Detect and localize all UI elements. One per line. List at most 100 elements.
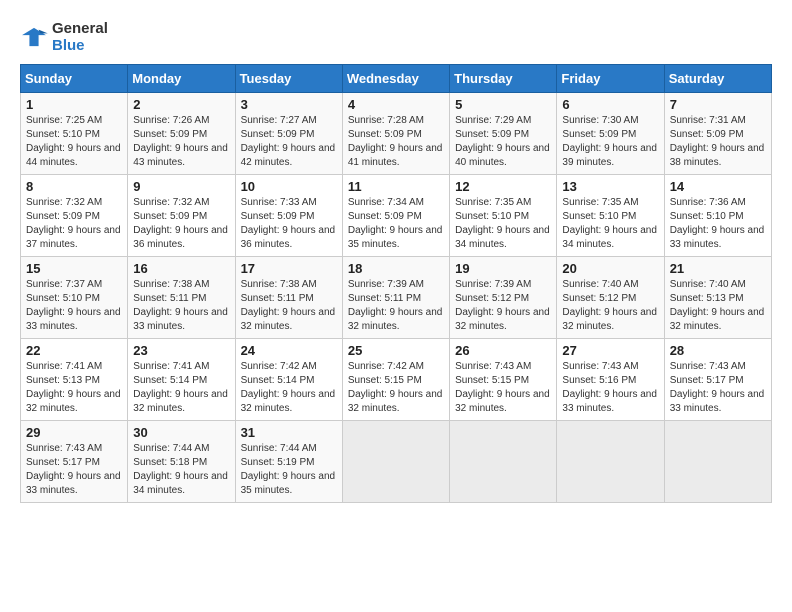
calendar-day: 31 Sunrise: 7:44 AM Sunset: 5:19 PM Dayl… — [235, 421, 342, 503]
day-number: 8 — [26, 179, 122, 194]
day-number: 11 — [348, 179, 444, 194]
day-number: 29 — [26, 425, 122, 440]
day-number: 30 — [133, 425, 229, 440]
calendar-day: 26 Sunrise: 7:43 AM Sunset: 5:15 PM Dayl… — [450, 339, 557, 421]
calendar-day: 30 Sunrise: 7:44 AM Sunset: 5:18 PM Dayl… — [128, 421, 235, 503]
calendar-week-5: 29 Sunrise: 7:43 AM Sunset: 5:17 PM Dayl… — [21, 421, 772, 503]
calendar-day: 18 Sunrise: 7:39 AM Sunset: 5:11 PM Dayl… — [342, 257, 449, 339]
day-info: Sunrise: 7:43 AM Sunset: 5:17 PM Dayligh… — [670, 360, 766, 416]
day-header-monday: Monday — [128, 65, 235, 93]
day-header-thursday: Thursday — [450, 65, 557, 93]
day-number: 13 — [562, 179, 658, 194]
day-info: Sunrise: 7:32 AM Sunset: 5:09 PM Dayligh… — [133, 196, 229, 252]
calendar-day: 4 Sunrise: 7:28 AM Sunset: 5:09 PM Dayli… — [342, 93, 449, 175]
calendar-day: 8 Sunrise: 7:32 AM Sunset: 5:09 PM Dayli… — [21, 175, 128, 257]
day-number: 7 — [670, 97, 766, 112]
calendar-day: 17 Sunrise: 7:38 AM Sunset: 5:11 PM Dayl… — [235, 257, 342, 339]
day-number: 12 — [455, 179, 551, 194]
day-info: Sunrise: 7:25 AM Sunset: 5:10 PM Dayligh… — [26, 114, 122, 170]
calendar-day: 28 Sunrise: 7:43 AM Sunset: 5:17 PM Dayl… — [664, 339, 771, 421]
day-info: Sunrise: 7:39 AM Sunset: 5:11 PM Dayligh… — [348, 278, 444, 334]
calendar-day — [664, 421, 771, 503]
calendar-day — [342, 421, 449, 503]
day-number: 19 — [455, 261, 551, 276]
calendar-day: 10 Sunrise: 7:33 AM Sunset: 5:09 PM Dayl… — [235, 175, 342, 257]
day-number: 31 — [241, 425, 337, 440]
day-info: Sunrise: 7:44 AM Sunset: 5:19 PM Dayligh… — [241, 442, 337, 498]
day-header-sunday: Sunday — [21, 65, 128, 93]
day-info: Sunrise: 7:39 AM Sunset: 5:12 PM Dayligh… — [455, 278, 551, 334]
day-info: Sunrise: 7:27 AM Sunset: 5:09 PM Dayligh… — [241, 114, 337, 170]
calendar-day: 12 Sunrise: 7:35 AM Sunset: 5:10 PM Dayl… — [450, 175, 557, 257]
day-header-tuesday: Tuesday — [235, 65, 342, 93]
calendar-day: 24 Sunrise: 7:42 AM Sunset: 5:14 PM Dayl… — [235, 339, 342, 421]
day-info: Sunrise: 7:32 AM Sunset: 5:09 PM Dayligh… — [26, 196, 122, 252]
day-info: Sunrise: 7:30 AM Sunset: 5:09 PM Dayligh… — [562, 114, 658, 170]
day-number: 14 — [670, 179, 766, 194]
day-info: Sunrise: 7:28 AM Sunset: 5:09 PM Dayligh… — [348, 114, 444, 170]
day-info: Sunrise: 7:31 AM Sunset: 5:09 PM Dayligh… — [670, 114, 766, 170]
day-number: 17 — [241, 261, 337, 276]
calendar-day: 27 Sunrise: 7:43 AM Sunset: 5:16 PM Dayl… — [557, 339, 664, 421]
day-info: Sunrise: 7:40 AM Sunset: 5:13 PM Dayligh… — [670, 278, 766, 334]
calendar-day: 2 Sunrise: 7:26 AM Sunset: 5:09 PM Dayli… — [128, 93, 235, 175]
calendar-day — [557, 421, 664, 503]
day-number: 10 — [241, 179, 337, 194]
day-info: Sunrise: 7:35 AM Sunset: 5:10 PM Dayligh… — [562, 196, 658, 252]
day-info: Sunrise: 7:42 AM Sunset: 5:15 PM Dayligh… — [348, 360, 444, 416]
day-info: Sunrise: 7:44 AM Sunset: 5:18 PM Dayligh… — [133, 442, 229, 498]
calendar-day: 20 Sunrise: 7:40 AM Sunset: 5:12 PM Dayl… — [557, 257, 664, 339]
calendar-week-2: 8 Sunrise: 7:32 AM Sunset: 5:09 PM Dayli… — [21, 175, 772, 257]
logo: General Blue — [20, 20, 108, 54]
day-number: 3 — [241, 97, 337, 112]
day-header-wednesday: Wednesday — [342, 65, 449, 93]
day-info: Sunrise: 7:43 AM Sunset: 5:17 PM Dayligh… — [26, 442, 122, 498]
day-number: 27 — [562, 343, 658, 358]
calendar-day: 16 Sunrise: 7:38 AM Sunset: 5:11 PM Dayl… — [128, 257, 235, 339]
day-number: 21 — [670, 261, 766, 276]
day-info: Sunrise: 7:40 AM Sunset: 5:12 PM Dayligh… — [562, 278, 658, 334]
calendar-day: 15 Sunrise: 7:37 AM Sunset: 5:10 PM Dayl… — [21, 257, 128, 339]
calendar-day: 3 Sunrise: 7:27 AM Sunset: 5:09 PM Dayli… — [235, 93, 342, 175]
calendar-day: 1 Sunrise: 7:25 AM Sunset: 5:10 PM Dayli… — [21, 93, 128, 175]
calendar-day: 19 Sunrise: 7:39 AM Sunset: 5:12 PM Dayl… — [450, 257, 557, 339]
day-info: Sunrise: 7:35 AM Sunset: 5:10 PM Dayligh… — [455, 196, 551, 252]
calendar-day: 6 Sunrise: 7:30 AM Sunset: 5:09 PM Dayli… — [557, 93, 664, 175]
day-info: Sunrise: 7:43 AM Sunset: 5:16 PM Dayligh… — [562, 360, 658, 416]
day-info: Sunrise: 7:26 AM Sunset: 5:09 PM Dayligh… — [133, 114, 229, 170]
day-info: Sunrise: 7:38 AM Sunset: 5:11 PM Dayligh… — [241, 278, 337, 334]
day-number: 26 — [455, 343, 551, 358]
day-number: 15 — [26, 261, 122, 276]
day-number: 9 — [133, 179, 229, 194]
header: General Blue — [20, 20, 772, 54]
calendar-week-4: 22 Sunrise: 7:41 AM Sunset: 5:13 PM Dayl… — [21, 339, 772, 421]
calendar-day: 13 Sunrise: 7:35 AM Sunset: 5:10 PM Dayl… — [557, 175, 664, 257]
calendar-day: 29 Sunrise: 7:43 AM Sunset: 5:17 PM Dayl… — [21, 421, 128, 503]
day-info: Sunrise: 7:38 AM Sunset: 5:11 PM Dayligh… — [133, 278, 229, 334]
calendar-day: 5 Sunrise: 7:29 AM Sunset: 5:09 PM Dayli… — [450, 93, 557, 175]
calendar-day: 25 Sunrise: 7:42 AM Sunset: 5:15 PM Dayl… — [342, 339, 449, 421]
day-number: 22 — [26, 343, 122, 358]
calendar-day: 21 Sunrise: 7:40 AM Sunset: 5:13 PM Dayl… — [664, 257, 771, 339]
day-number: 4 — [348, 97, 444, 112]
day-info: Sunrise: 7:43 AM Sunset: 5:15 PM Dayligh… — [455, 360, 551, 416]
day-info: Sunrise: 7:36 AM Sunset: 5:10 PM Dayligh… — [670, 196, 766, 252]
day-header-friday: Friday — [557, 65, 664, 93]
day-info: Sunrise: 7:37 AM Sunset: 5:10 PM Dayligh… — [26, 278, 122, 334]
day-number: 18 — [348, 261, 444, 276]
calendar-header-row: SundayMondayTuesdayWednesdayThursdayFrid… — [21, 65, 772, 93]
day-number: 16 — [133, 261, 229, 276]
day-info: Sunrise: 7:41 AM Sunset: 5:14 PM Dayligh… — [133, 360, 229, 416]
calendar-day: 14 Sunrise: 7:36 AM Sunset: 5:10 PM Dayl… — [664, 175, 771, 257]
calendar-day: 23 Sunrise: 7:41 AM Sunset: 5:14 PM Dayl… — [128, 339, 235, 421]
calendar-day — [450, 421, 557, 503]
day-info: Sunrise: 7:33 AM Sunset: 5:09 PM Dayligh… — [241, 196, 337, 252]
day-number: 25 — [348, 343, 444, 358]
day-number: 1 — [26, 97, 122, 112]
day-number: 28 — [670, 343, 766, 358]
calendar-week-1: 1 Sunrise: 7:25 AM Sunset: 5:10 PM Dayli… — [21, 93, 772, 175]
calendar-day: 11 Sunrise: 7:34 AM Sunset: 5:09 PM Dayl… — [342, 175, 449, 257]
day-header-saturday: Saturday — [664, 65, 771, 93]
day-number: 2 — [133, 97, 229, 112]
calendar-day: 7 Sunrise: 7:31 AM Sunset: 5:09 PM Dayli… — [664, 93, 771, 175]
